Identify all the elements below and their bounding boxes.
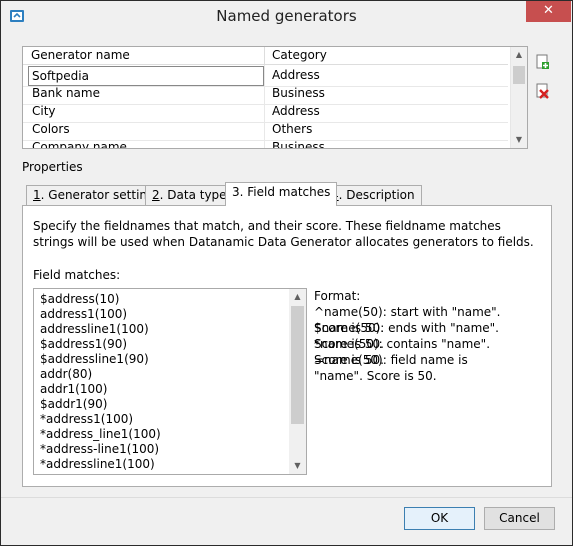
field-matches-textarea[interactable]: $address(10) address1(100) addressline1(… xyxy=(33,288,307,475)
table-row[interactable]: Bank name Business xyxy=(23,86,508,105)
field-matches-label: Field matches: xyxy=(33,268,121,282)
list-item: addr(80) xyxy=(40,367,93,381)
list-item: addressline1(100) xyxy=(40,322,149,336)
category-cell: Business xyxy=(272,140,325,149)
dialog-window: Named generators ✕ Generator name Catego… xyxy=(0,0,573,546)
category-cell: Business xyxy=(272,86,325,100)
scroll-up-arrow-icon[interactable]: ▲ xyxy=(511,47,527,63)
scroll-thumb[interactable] xyxy=(291,306,304,424)
table-row[interactable]: Company name Business xyxy=(23,140,508,149)
field-matches-scrollbar[interactable]: ▲ ▼ xyxy=(289,289,306,474)
scroll-thumb[interactable] xyxy=(513,66,525,84)
properties-label: Properties xyxy=(22,160,83,174)
list-item: $address(10) xyxy=(40,292,120,306)
list-item: *addressline1(100) xyxy=(40,457,155,471)
scroll-down-arrow-icon[interactable]: ▼ xyxy=(511,132,527,148)
title-bar: Named generators ✕ xyxy=(1,1,572,31)
close-button[interactable]: ✕ xyxy=(526,1,571,22)
cancel-button[interactable]: Cancel xyxy=(484,507,555,530)
list-item: *address1(100) xyxy=(40,412,134,426)
category-cell: Others xyxy=(272,122,313,136)
table-row[interactable]: Colors Others xyxy=(23,122,508,141)
format-title: Format: xyxy=(314,289,361,303)
list-item: $addressline1(90) xyxy=(40,352,149,366)
generator-name-cell: Company name xyxy=(32,140,127,149)
generator-name-edit-field[interactable]: Softpedia xyxy=(28,66,264,86)
remove-generator-icon[interactable] xyxy=(534,83,550,99)
window-title: Named generators xyxy=(216,7,357,25)
scroll-down-arrow-icon[interactable]: ▼ xyxy=(289,458,306,474)
generator-name-cell: City xyxy=(32,104,56,118)
column-header-category[interactable]: Category xyxy=(272,48,327,62)
tab-label: . Generator settings xyxy=(40,188,161,202)
tab-accesskey: 2 xyxy=(152,188,160,202)
field-matches-description: Specify the fieldnames that match, and t… xyxy=(33,219,534,249)
generator-name-cell: Colors xyxy=(32,122,70,136)
tab-description[interactable]: 4. Description xyxy=(324,185,422,205)
table-row[interactable]: Softpedia Address xyxy=(23,65,508,87)
add-generator-icon[interactable] xyxy=(534,54,550,70)
category-cell: Address xyxy=(272,68,320,82)
grid-scrollbar[interactable]: ▲ ▼ xyxy=(510,47,527,148)
table-row[interactable]: City Address xyxy=(23,104,508,123)
list-item: *address-line1(100) xyxy=(40,442,160,456)
format-line: =name(50): field name is "name". Score i… xyxy=(314,353,468,383)
tab-label: 3. Field matches xyxy=(232,185,331,199)
generator-name-cell: Bank name xyxy=(32,86,100,100)
column-header-generator-name[interactable]: Generator name xyxy=(31,48,130,62)
tab-label: . Data types xyxy=(159,188,233,202)
list-item: $addr1(90) xyxy=(40,397,108,411)
list-item: *address_line1(100) xyxy=(40,427,161,441)
list-item: address1(100) xyxy=(40,307,128,321)
generators-grid: Generator name Category Softpedia Addres… xyxy=(22,46,528,149)
category-cell: Address xyxy=(272,104,320,118)
list-item: $address1(90) xyxy=(40,337,128,351)
scroll-up-arrow-icon[interactable]: ▲ xyxy=(289,289,306,305)
grid-header: Generator name Category xyxy=(23,47,508,65)
tab-field-matches[interactable]: 3. Field matches xyxy=(225,182,338,206)
tab-accesskey: 1 xyxy=(33,188,41,202)
ok-button[interactable]: OK xyxy=(404,507,475,530)
tab-label: . Description xyxy=(338,188,415,202)
field-matches-panel: Specify the fieldnames that match, and t… xyxy=(22,205,552,487)
list-item: addr1(100) xyxy=(40,382,108,396)
